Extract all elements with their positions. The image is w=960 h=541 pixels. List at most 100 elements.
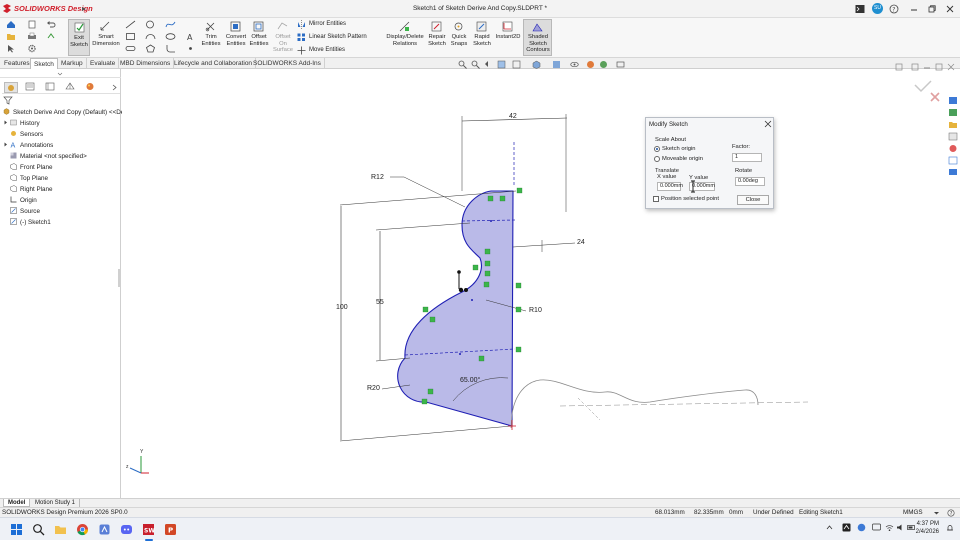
- dimension-angle[interactable]: 65.00°: [460, 377, 480, 384]
- app-icon[interactable]: [98, 523, 111, 536]
- graphics-area[interactable]: 42 R12 24 55 100 R10 R20 65.00° z Y: [122, 63, 960, 498]
- dialog-close-icon[interactable]: [764, 120, 772, 128]
- tree-item-sketch1[interactable]: (-) Sketch1: [4, 218, 51, 228]
- confirmation-corner[interactable]: [907, 77, 947, 107]
- undo-icon[interactable]: [46, 20, 56, 29]
- sketch-canvas[interactable]: [122, 69, 960, 498]
- mirror-entities-button[interactable]: Mirror Entities: [297, 20, 377, 30]
- viewport-maximize-icon[interactable]: [935, 63, 943, 71]
- search-icon[interactable]: [32, 523, 45, 536]
- windows-start-icon[interactable]: [10, 523, 23, 536]
- factor-input[interactable]: 1: [732, 153, 762, 162]
- solidworks-resources-icon[interactable]: [948, 96, 958, 105]
- close-window-icon[interactable]: [945, 4, 955, 14]
- terminal-icon[interactable]: [855, 4, 865, 14]
- status-help-icon[interactable]: ?: [947, 509, 955, 517]
- select-icon[interactable]: [6, 44, 16, 53]
- shaded-sketch-contours-button[interactable]: Shaded Sketch Contours: [523, 19, 552, 56]
- smart-dimension-button[interactable]: Smart Dimension: [92, 19, 120, 56]
- property-manager-tab-icon[interactable]: [24, 82, 38, 93]
- line-tool-icon[interactable]: [125, 20, 137, 29]
- dimension-r20[interactable]: R20: [367, 385, 380, 392]
- offset-on-surface-button[interactable]: Offset On Surface: [272, 19, 294, 56]
- view-settings-icon[interactable]: [616, 60, 625, 69]
- powerpoint-icon[interactable]: P: [164, 523, 177, 536]
- dimension-42[interactable]: 42: [509, 113, 517, 120]
- solidworks-taskbar-icon[interactable]: SW: [142, 523, 155, 536]
- sketch-origin-radio[interactable]: [654, 146, 660, 152]
- tray-globe-icon[interactable]: [857, 523, 866, 532]
- user-avatar[interactable]: SU: [872, 3, 883, 14]
- zoom-to-fit-icon[interactable]: [458, 60, 467, 69]
- tree-root[interactable]: Sketch Derive And Copy (Default) <<Def: [3, 108, 126, 118]
- zoom-area-icon[interactable]: [471, 60, 480, 69]
- dialog-close-button[interactable]: Close: [737, 195, 769, 205]
- fillet-tool-icon[interactable]: [165, 44, 177, 53]
- moveable-origin-radio[interactable]: [654, 156, 660, 162]
- tree-item-top-plane[interactable]: Top Plane: [4, 174, 48, 184]
- tab-lifecycle[interactable]: Lifecycle and Collaboration: [171, 58, 257, 69]
- text-tool-icon[interactable]: A: [185, 32, 197, 42]
- custom-properties-icon[interactable]: [948, 156, 958, 165]
- forum-icon[interactable]: [948, 168, 958, 177]
- viewport-restore-icon[interactable]: [895, 63, 903, 71]
- tree-item-front-plane[interactable]: Front Plane: [4, 163, 53, 173]
- panel-expand-arrow-icon[interactable]: [110, 82, 119, 93]
- display-delete-relations-button[interactable]: Display/Delete Relations: [385, 19, 425, 56]
- rebuild-icon[interactable]: [46, 32, 56, 41]
- slot-tool-icon[interactable]: [125, 44, 137, 53]
- x-value-input[interactable]: 0.000mm: [657, 182, 683, 191]
- home-icon[interactable]: [6, 20, 16, 29]
- units-arrow-icon[interactable]: [933, 510, 940, 516]
- open-icon[interactable]: [6, 32, 16, 41]
- dynamic-annotation-icon[interactable]: [512, 60, 521, 69]
- dimension-24[interactable]: 24: [577, 239, 585, 246]
- tab-markup[interactable]: Markup: [58, 58, 87, 69]
- hide-show-items-icon[interactable]: [570, 60, 579, 69]
- polygon-tool-icon[interactable]: [145, 44, 157, 53]
- restore-icon[interactable]: [927, 4, 937, 14]
- ellipse-tool-icon[interactable]: [165, 32, 177, 41]
- instant2d-button[interactable]: Instant2D: [494, 19, 522, 56]
- tree-item-annotations[interactable]: A Annotations: [4, 141, 53, 151]
- display-manager-tab-icon[interactable]: [84, 82, 98, 93]
- dimension-r12[interactable]: R12: [371, 174, 384, 181]
- wifi-icon[interactable]: [885, 523, 894, 532]
- tree-item-history[interactable]: History: [4, 119, 40, 129]
- edit-appearance-icon[interactable]: [586, 60, 595, 69]
- rotate-input[interactable]: 0.00deg: [735, 177, 765, 186]
- position-selected-point-checkbox[interactable]: [653, 196, 659, 202]
- system-tray-chevron-icon[interactable]: [826, 524, 833, 531]
- notification-bell-icon[interactable]: [946, 524, 954, 532]
- taskbar-date[interactable]: 2/4/2026: [913, 529, 939, 535]
- repair-sketch-button[interactable]: Repair Sketch: [426, 19, 448, 56]
- tab-evaluate[interactable]: Evaluate: [87, 58, 120, 69]
- dimension-r10[interactable]: R10: [529, 307, 542, 314]
- dimxpert-manager-tab-icon[interactable]: [64, 82, 78, 93]
- display-style-icon[interactable]: [552, 60, 561, 69]
- viewport-minimize-icon[interactable]: [923, 63, 931, 71]
- appearances-icon[interactable]: [948, 144, 958, 153]
- previous-view-icon[interactable]: [484, 60, 493, 69]
- arc-tool-icon[interactable]: [145, 32, 157, 41]
- exit-sketch-button[interactable]: Exit Sketch: [68, 19, 90, 56]
- viewport-close-icon[interactable]: [947, 63, 955, 71]
- tab-addins[interactable]: SOLIDWORKS Add-Ins: [250, 58, 325, 69]
- panel-collapse-bar[interactable]: [0, 70, 121, 78]
- minimize-icon[interactable]: [909, 4, 919, 14]
- rectangle-tool-icon[interactable]: [125, 32, 137, 41]
- rapid-sketch-button[interactable]: Rapid Sketch: [471, 19, 493, 56]
- volume-icon[interactable]: [896, 523, 905, 532]
- move-entities-button[interactable]: Move Entities: [297, 46, 377, 56]
- feature-manager-tab-icon[interactable]: [4, 82, 18, 93]
- tray-app-icon[interactable]: [842, 523, 851, 532]
- tab-mbd-dimensions[interactable]: MBD Dimensions: [117, 58, 175, 69]
- file-explorer-icon[interactable]: [948, 120, 958, 129]
- spline-tool-icon[interactable]: [165, 20, 177, 29]
- offset-entities-button[interactable]: Offset Entities: [248, 19, 270, 56]
- chrome-icon[interactable]: [76, 523, 89, 536]
- circle-tool-icon[interactable]: [145, 20, 157, 29]
- help-icon[interactable]: ?: [889, 4, 899, 14]
- expand-arrow-icon[interactable]: [4, 141, 8, 148]
- file-explorer-taskbar-icon[interactable]: [54, 523, 67, 536]
